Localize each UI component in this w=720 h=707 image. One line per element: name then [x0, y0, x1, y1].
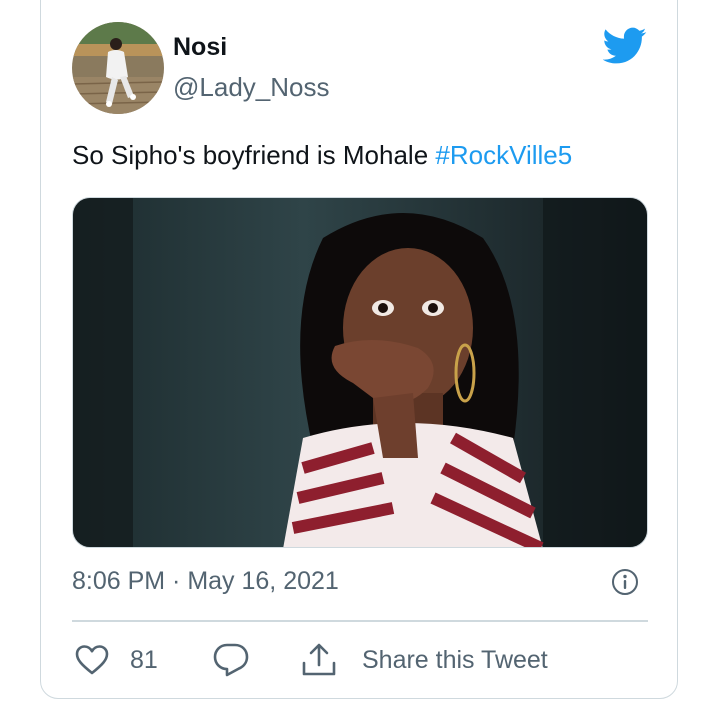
share-button[interactable]: Share this Tweet: [300, 640, 548, 680]
info-icon[interactable]: [611, 568, 639, 596]
tweet-media-image[interactable]: [72, 197, 648, 548]
heart-icon: [75, 645, 109, 675]
share-icon: [302, 643, 336, 676]
share-label: Share this Tweet: [362, 645, 548, 674]
reply-icon: [213, 643, 249, 677]
divider: [72, 620, 648, 622]
tweet-body: So Sipho's boyfriend is Mohale: [72, 140, 436, 170]
twitter-bird-icon[interactable]: [602, 27, 647, 65]
tweet-timestamp[interactable]: 8:06 PM · May 16, 2021: [72, 567, 339, 596]
like-button[interactable]: 81: [74, 640, 158, 680]
author-name[interactable]: Nosi: [173, 33, 227, 62]
author-avatar[interactable]: [72, 22, 164, 114]
reply-button[interactable]: [212, 640, 250, 680]
author-handle[interactable]: @Lady_Noss: [173, 72, 329, 103]
like-count: 81: [130, 645, 158, 674]
tweet-text: So Sipho's boyfriend is Mohale #RockVill…: [72, 140, 572, 171]
hashtag-link[interactable]: #RockVille5: [435, 140, 572, 170]
